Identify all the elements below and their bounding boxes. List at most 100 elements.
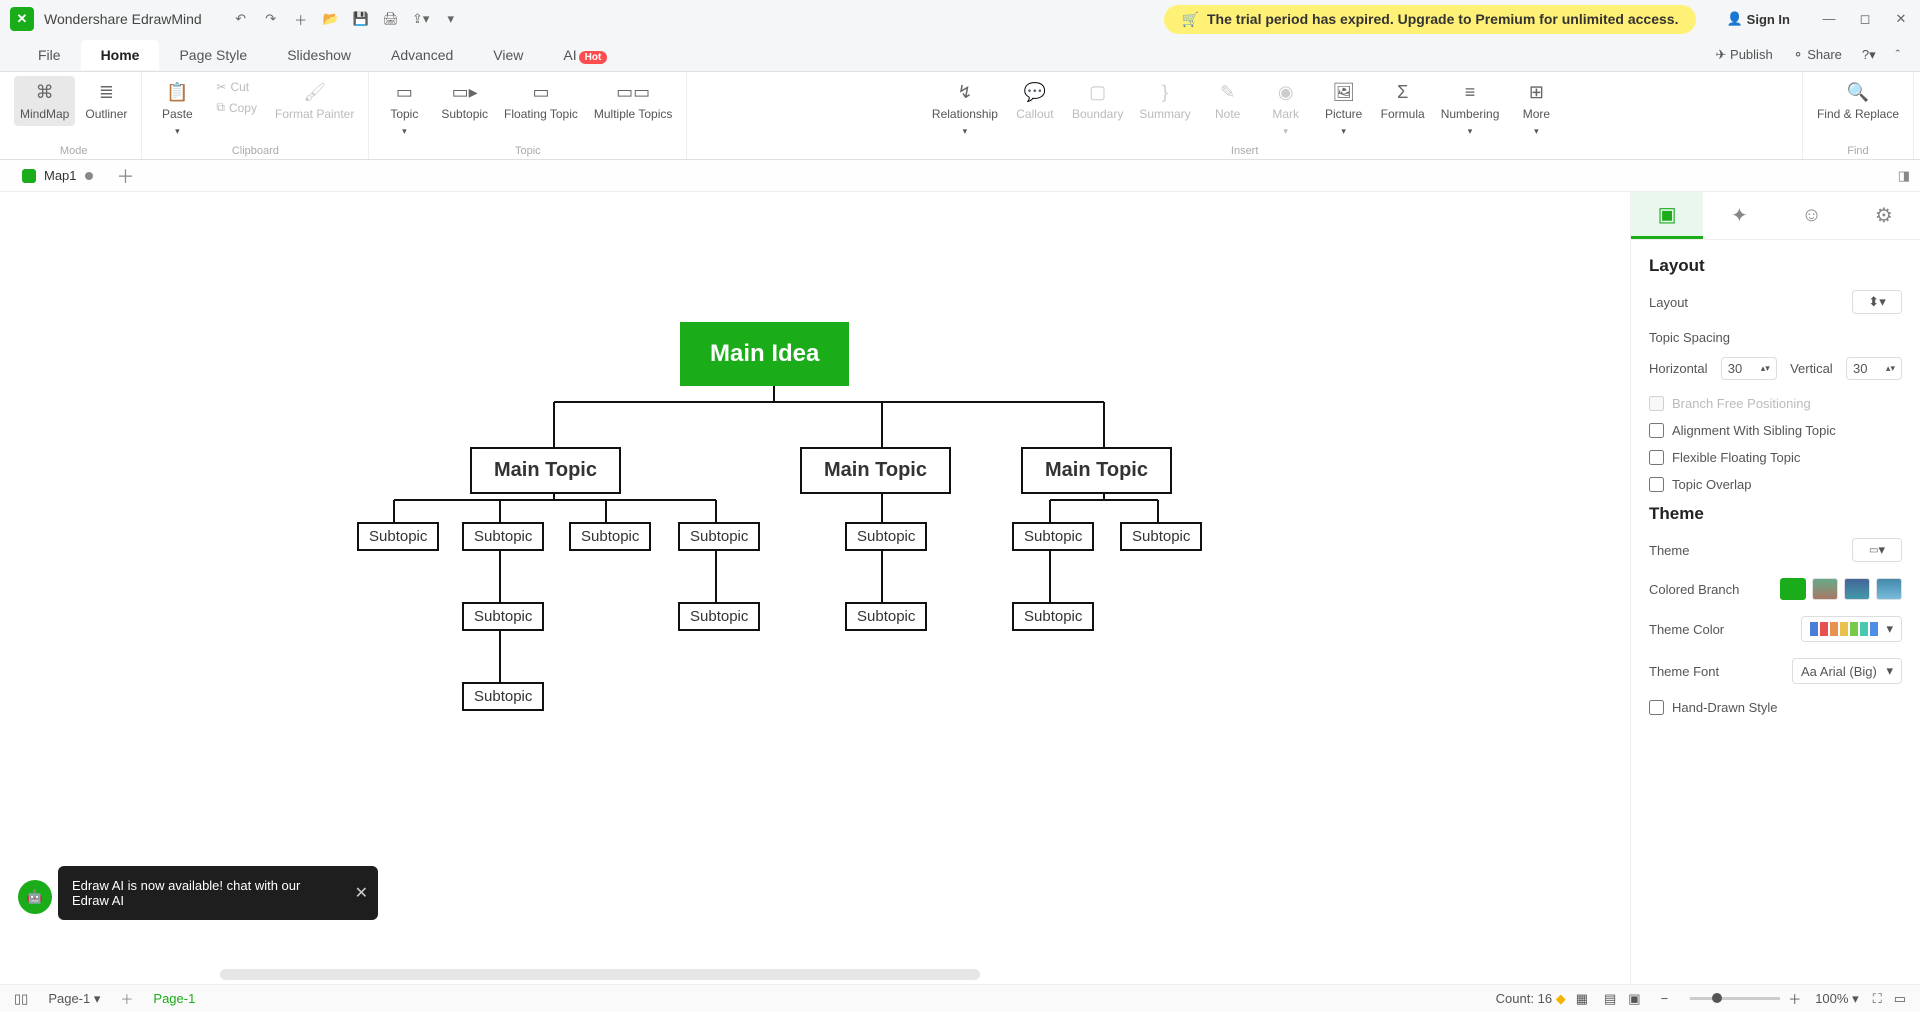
numbering-button[interactable]: ≡Numbering▾	[1435, 76, 1506, 141]
view-mode-3-icon[interactable]: ▣	[1628, 991, 1640, 1007]
boundary-button[interactable]: ▢Boundary	[1066, 76, 1129, 126]
mindmap-button[interactable]: ⌘MindMap	[14, 76, 75, 126]
menu-home[interactable]: Home	[81, 40, 160, 70]
mark-button[interactable]: ◉Mark▾	[1259, 76, 1313, 141]
add-tab-button[interactable]: ＋	[117, 163, 135, 189]
export-icon[interactable]: ⇪▾	[412, 10, 430, 28]
signin-button[interactable]: 👤 Sign In	[1726, 11, 1790, 27]
maximize-icon[interactable]: ◻	[1856, 11, 1874, 27]
theme-color-select[interactable]: ▾	[1801, 616, 1902, 642]
collapse-ribbon-icon[interactable]: ˆ	[1896, 47, 1900, 62]
add-page-button[interactable]: ＋	[120, 989, 133, 1008]
zoom-in-icon[interactable]: ＋	[1788, 989, 1801, 1008]
flexible-checkbox[interactable]	[1649, 450, 1664, 465]
relationship-button[interactable]: ↯Relationship▾	[926, 76, 1004, 141]
note-button[interactable]: ✎Note	[1201, 76, 1255, 126]
outline-toggle-icon[interactable]: ▯▯	[14, 991, 28, 1007]
publish-button[interactable]: ✈ Publish	[1716, 47, 1773, 63]
open-icon[interactable]: 📂	[322, 10, 340, 28]
node-subtopic[interactable]: Subtopic	[1120, 522, 1202, 551]
zoom-slider[interactable]	[1690, 997, 1780, 1000]
node-subtopic[interactable]: Subtopic	[357, 522, 439, 551]
zoom-value[interactable]: 100% ▾	[1815, 991, 1858, 1007]
toast-close-icon[interactable]: ✕	[355, 883, 368, 903]
theme-label: Theme	[1649, 543, 1689, 558]
trial-banner[interactable]: 🛒 The trial period has expired. Upgrade …	[1164, 5, 1697, 34]
callout-button[interactable]: 💬Callout	[1008, 76, 1062, 126]
view-mode-1-icon[interactable]: ▦	[1576, 991, 1588, 1007]
summary-button[interactable]: }Summary	[1133, 76, 1196, 126]
node-subtopic[interactable]: Subtopic	[462, 522, 544, 551]
share-button[interactable]: ⚬ Share	[1793, 47, 1842, 63]
new-icon[interactable]: ＋	[292, 10, 310, 28]
save-icon[interactable]: 💾	[352, 10, 370, 28]
fullscreen-icon[interactable]: ⛶	[1873, 991, 1882, 1007]
floating-topic-button[interactable]: ▭Floating Topic	[498, 76, 584, 126]
cut-button[interactable]: ✂Cut	[212, 78, 261, 96]
node-subtopic[interactable]: Subtopic	[678, 522, 760, 551]
side-tab-settings[interactable]: ⚙	[1848, 192, 1920, 239]
ai-bubble-icon[interactable]: 🤖	[18, 880, 52, 914]
menu-slideshow[interactable]: Slideshow	[267, 40, 371, 70]
close-icon[interactable]: ✕	[1892, 11, 1910, 27]
horizontal-spinner[interactable]: 30▴▾	[1721, 357, 1777, 380]
node-subtopic[interactable]: Subtopic	[462, 682, 544, 711]
help-icon[interactable]: ?▾	[1862, 47, 1876, 63]
panel-toggle-icon[interactable]: ◨	[1898, 168, 1920, 184]
formula-button[interactable]: ΣFormula	[1375, 76, 1431, 126]
side-tab-layout[interactable]: ▣	[1631, 192, 1703, 239]
minimize-icon[interactable]: —	[1820, 11, 1838, 27]
picture-button[interactable]: 🖼Picture▾	[1317, 76, 1371, 141]
node-main-topic[interactable]: Main Topic	[1021, 447, 1172, 494]
side-tab-style[interactable]: ✦	[1703, 192, 1775, 239]
format-painter-button[interactable]: 🖌Format Painter	[269, 76, 360, 126]
node-subtopic[interactable]: Subtopic	[569, 522, 651, 551]
overlap-checkbox[interactable]	[1649, 477, 1664, 492]
find-replace-button[interactable]: 🔍Find & Replace	[1811, 76, 1905, 126]
node-main-topic[interactable]: Main Topic	[470, 447, 621, 494]
node-subtopic[interactable]: Subtopic	[678, 602, 760, 631]
outliner-button[interactable]: ≣Outliner	[79, 76, 133, 126]
menu-view[interactable]: View	[473, 40, 543, 70]
page-select[interactable]: Page-1 ▾	[48, 991, 100, 1007]
topic-button[interactable]: ▭Topic▾	[377, 76, 431, 141]
hand-drawn-checkbox[interactable]	[1649, 700, 1664, 715]
theme-font-select[interactable]: Aa Arial (Big)▾	[1792, 658, 1902, 684]
paste-button[interactable]: 📋Paste▾	[150, 76, 204, 141]
menu-pagestyle[interactable]: Page Style	[159, 40, 267, 70]
vertical-spinner[interactable]: 30▴▾	[1846, 357, 1902, 380]
node-subtopic[interactable]: Subtopic	[1012, 602, 1094, 631]
alignment-checkbox[interactable]	[1649, 423, 1664, 438]
node-subtopic[interactable]: Subtopic	[845, 602, 927, 631]
fit-icon[interactable]: ▭	[1894, 991, 1906, 1007]
branch-color-1[interactable]	[1780, 578, 1806, 600]
menu-file[interactable]: File	[18, 40, 81, 70]
canvas[interactable]: Main Idea Main Topic Main Topic Main Top…	[0, 192, 1630, 984]
doc-tab-map1[interactable]: Map1	[8, 164, 107, 187]
branch-color-2[interactable]	[1812, 578, 1838, 600]
theme-select[interactable]: ▭ ▾	[1852, 538, 1902, 562]
view-mode-2-icon[interactable]: ▤	[1604, 991, 1616, 1007]
side-tab-icons[interactable]: ☺	[1776, 192, 1848, 239]
undo-icon[interactable]: ↶	[232, 10, 250, 28]
node-subtopic[interactable]: Subtopic	[1012, 522, 1094, 551]
menu-ai[interactable]: AIHot	[543, 40, 627, 70]
node-subtopic[interactable]: Subtopic	[462, 602, 544, 631]
redo-icon[interactable]: ↷	[262, 10, 280, 28]
subtopic-button[interactable]: ▭▸Subtopic	[435, 76, 494, 126]
node-subtopic[interactable]: Subtopic	[845, 522, 927, 551]
branch-color-4[interactable]	[1876, 578, 1902, 600]
more-qat-icon[interactable]: ▾	[442, 10, 460, 28]
zoom-out-icon[interactable]: −	[1661, 991, 1669, 1006]
more-button[interactable]: ⊞More▾	[1509, 76, 1563, 141]
node-main-topic[interactable]: Main Topic	[800, 447, 951, 494]
print-icon[interactable]: 🖨	[382, 10, 400, 28]
copy-button[interactable]: ⧉Copy	[212, 98, 261, 117]
multiple-topics-button[interactable]: ▭▭Multiple Topics	[588, 76, 678, 126]
node-main-idea[interactable]: Main Idea	[680, 322, 849, 386]
branch-color-3[interactable]	[1844, 578, 1870, 600]
horizontal-scrollbar[interactable]	[220, 969, 980, 980]
page-tab-1[interactable]: Page-1	[153, 991, 195, 1006]
layout-select[interactable]: ⬍ ▾	[1852, 290, 1902, 314]
menu-advanced[interactable]: Advanced	[371, 40, 473, 70]
